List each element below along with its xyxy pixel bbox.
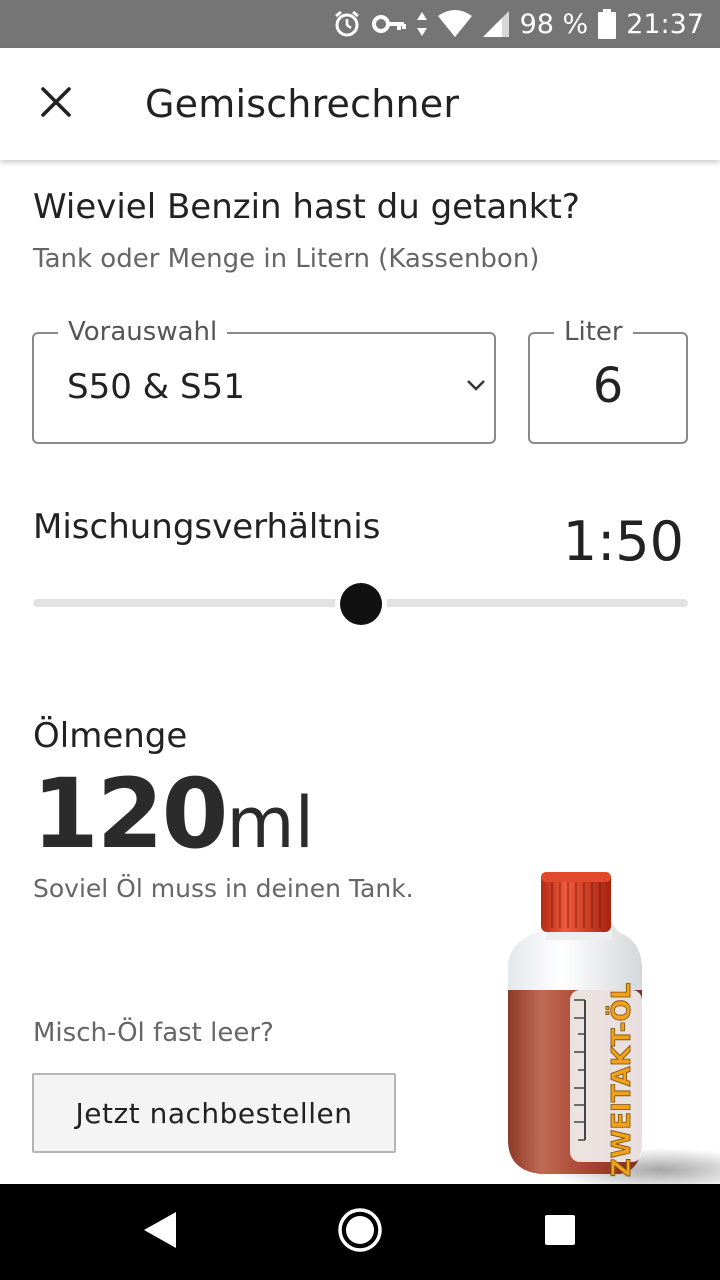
app-bar: Gemischrechner xyxy=(0,48,720,160)
close-button[interactable] xyxy=(24,72,88,136)
main-content: Wieviel Benzin hast du getankt? Tank ode… xyxy=(0,160,720,1184)
battery-percent: 98 % xyxy=(519,8,589,40)
mix-ratio-label: Mischungsverhältnis xyxy=(33,507,381,547)
oil-amount-unit: ml xyxy=(226,782,315,864)
question-title: Wieviel Benzin hast du getankt? xyxy=(33,187,580,227)
navigation-bar xyxy=(0,1184,720,1280)
back-icon xyxy=(142,1210,178,1255)
close-icon xyxy=(41,86,71,122)
recents-button[interactable] xyxy=(500,1184,620,1280)
question-subtitle: Tank oder Menge in Litern (Kassenbon) xyxy=(33,244,540,274)
liter-input[interactable]: 6 xyxy=(530,358,686,414)
oil-amount-value: 120ml xyxy=(32,758,314,870)
mix-ratio-value: 1:50 xyxy=(562,510,684,573)
clock: 21:37 xyxy=(626,8,704,40)
oil-amount-label: Ölmenge xyxy=(33,716,188,756)
data-arrows-icon xyxy=(416,11,428,37)
preset-select[interactable]: Vorauswahl S50 & S51 xyxy=(32,317,496,444)
preset-value: S50 & S51 xyxy=(67,367,245,407)
mix-ratio-slider[interactable] xyxy=(33,583,688,625)
chevron-down-icon xyxy=(466,378,486,397)
slider-thumb[interactable] xyxy=(339,583,382,625)
preset-label: Vorauswahl xyxy=(58,317,228,347)
oil-amount-number: 120 xyxy=(32,758,228,870)
home-button[interactable] xyxy=(300,1184,420,1280)
page-title: Gemischrechner xyxy=(145,82,460,126)
reorder-button[interactable]: Jetzt nachbestellen xyxy=(32,1073,396,1153)
liter-label: Liter xyxy=(554,317,633,347)
oil-bottle-image: ZWEITAKT-ÖL xyxy=(508,872,720,1184)
back-button[interactable] xyxy=(100,1184,220,1280)
oil-amount-subtitle: Soviel Öl muss in deinen Tank. xyxy=(33,874,414,903)
vpn-key-icon xyxy=(371,13,406,35)
recents-icon xyxy=(544,1214,576,1251)
liter-field[interactable]: Liter 6 xyxy=(528,317,688,444)
alarm-icon xyxy=(332,9,362,39)
status-icons: 98 % 21:37 xyxy=(332,0,704,48)
bottle-label-text: ZWEITAKT-ÖL xyxy=(604,983,637,1177)
battery-icon xyxy=(598,9,617,39)
home-icon xyxy=(337,1207,383,1258)
reorder-question: Misch-Öl fast leer? xyxy=(33,1018,274,1048)
signal-icon xyxy=(482,10,510,38)
status-bar: 98 % 21:37 xyxy=(0,0,720,48)
wifi-icon xyxy=(437,10,472,38)
